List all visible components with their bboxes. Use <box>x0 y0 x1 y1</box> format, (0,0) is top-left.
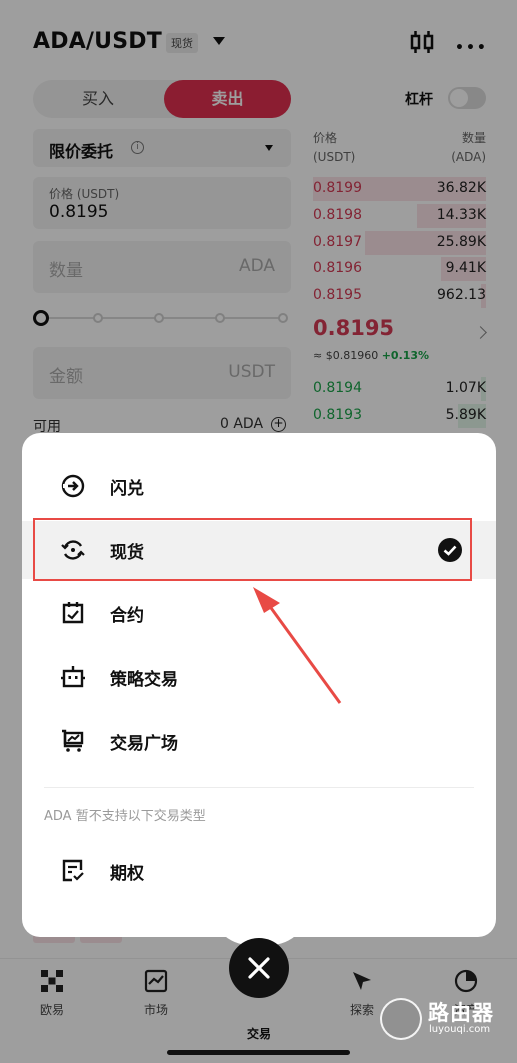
annotation-arrow <box>253 587 342 704</box>
menu-item-label: 期权 <box>110 864 144 884</box>
robot-icon <box>61 666 85 688</box>
divider <box>44 787 474 788</box>
router-logo-icon <box>380 998 422 1040</box>
close-button[interactable] <box>229 938 289 998</box>
unsupported-note: ADA 暂不支持以下交易类型 <box>44 809 206 824</box>
menu-item-swap[interactable]: 闪兑 <box>22 457 496 515</box>
watermark: 路由器 luyouqi.com <box>380 995 510 1045</box>
annotation-highlight-box <box>33 518 472 581</box>
options-icon <box>62 859 84 882</box>
menu-item-label: 交易广场 <box>110 734 178 754</box>
cart-chart-icon <box>62 729 84 752</box>
menu-item-options[interactable]: 期权 <box>22 842 496 900</box>
home-indicator[interactable] <box>167 1050 350 1055</box>
menu-item-label: 合约 <box>110 606 144 626</box>
menu-item-trade-square[interactable]: 交易广场 <box>22 712 496 770</box>
swap-icon <box>61 474 85 498</box>
menu-item-label: 闪兑 <box>110 479 144 499</box>
close-icon <box>248 957 270 979</box>
contract-calendar-icon <box>62 602 84 624</box>
menu-item-label: 策略交易 <box>110 670 178 690</box>
watermark-url: luyouqi.com <box>429 1024 491 1035</box>
watermark-title: 路由器 <box>428 1001 494 1025</box>
